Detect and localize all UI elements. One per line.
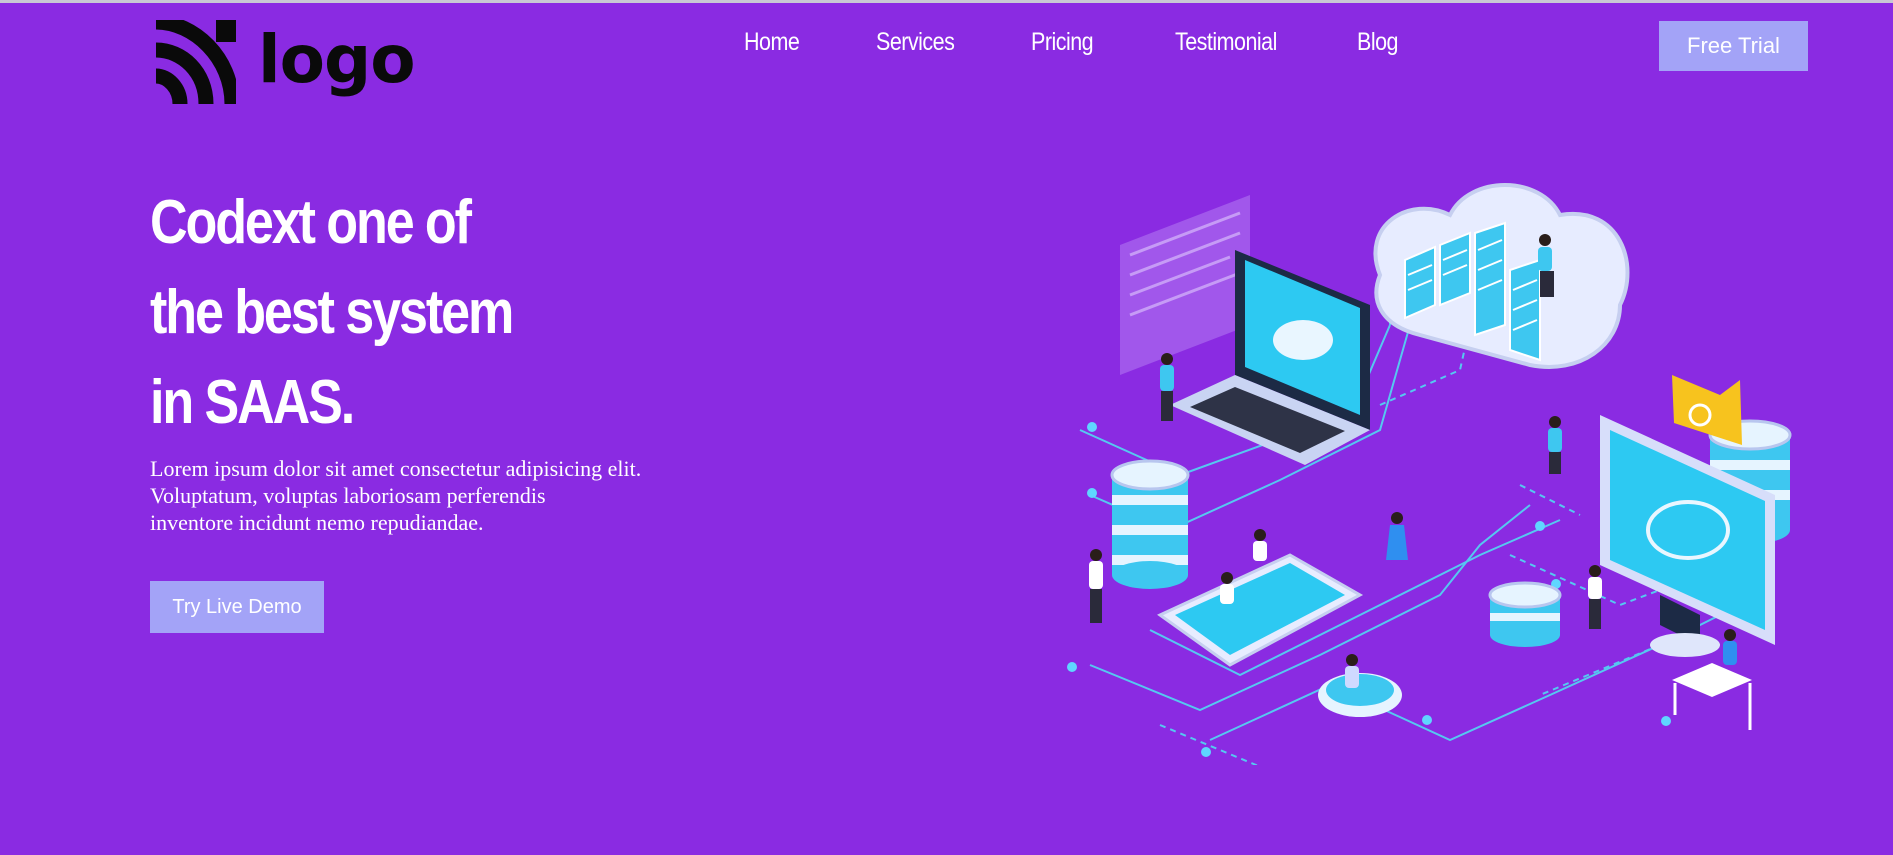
round-platform-illustration — [1318, 673, 1402, 717]
description-line: Voluptatum, voluptas laboriosam perferen… — [150, 483, 546, 508]
nav-link-testimonial[interactable]: Testimonial — [1175, 28, 1277, 57]
folder-icon — [1672, 375, 1742, 445]
try-live-demo-button[interactable]: Try Live Demo — [150, 581, 324, 633]
main-nav: Home Services Pricing Testimonial Blog — [0, 28, 1893, 62]
cloud-saas-illustration — [1067, 183, 1792, 765]
database-small-illustration — [1488, 581, 1562, 647]
hero-headline: Codext one of the best system in SAAS. — [150, 178, 514, 448]
top-border — [0, 0, 1893, 3]
hero-description: Lorem ipsum dolor sit amet consectetur a… — [150, 455, 641, 536]
headline-line: Codext one of — [150, 188, 472, 257]
desk-illustration — [1672, 663, 1752, 730]
cloud-servers-illustration — [1373, 183, 1630, 369]
nav-link-pricing[interactable]: Pricing — [1031, 28, 1094, 57]
code-panel-decoration — [1120, 195, 1250, 375]
phone-platform-illustration — [1157, 553, 1364, 667]
nav-link-services[interactable]: Services — [876, 28, 955, 57]
nav-link-blog[interactable]: Blog — [1357, 28, 1398, 57]
database-illustration — [1110, 459, 1190, 589]
headline-line: in SAAS. — [150, 368, 355, 437]
headline-line: the best system — [150, 278, 514, 347]
description-line: inventore incidunt nemo repudiandae. — [150, 510, 484, 535]
free-trial-button[interactable]: Free Trial — [1659, 21, 1808, 71]
description-line: Lorem ipsum dolor sit amet consectetur a… — [150, 456, 642, 481]
nav-link-home[interactable]: Home — [744, 28, 800, 57]
